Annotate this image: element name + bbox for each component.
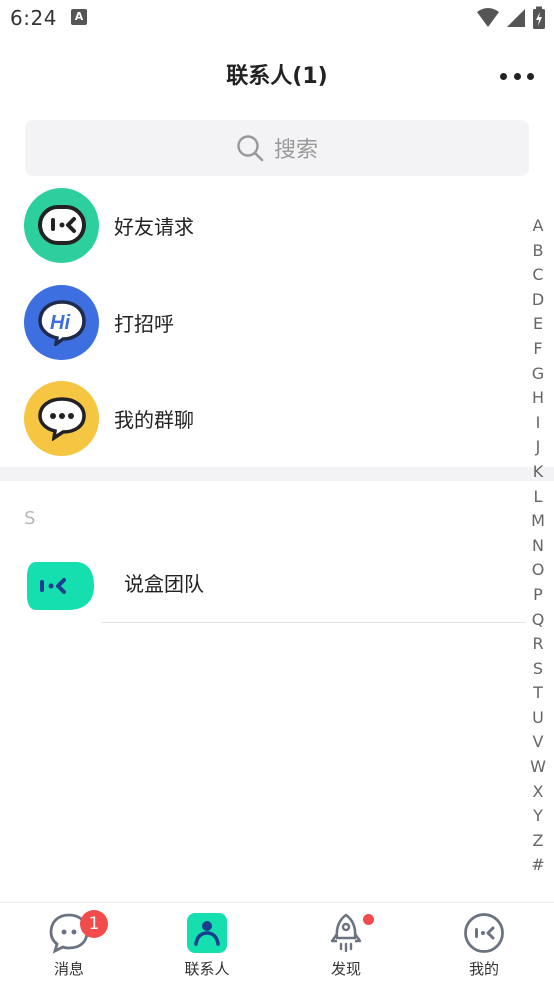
tab-label: 联系人 [184, 960, 230, 978]
index-letter[interactable]: B [526, 239, 550, 264]
hi-text: Hi [50, 312, 70, 334]
battery-charging-icon [533, 6, 545, 29]
index-letter[interactable]: J [526, 435, 550, 460]
index-letter[interactable]: E [526, 312, 550, 337]
index-letter[interactable]: C [526, 263, 550, 288]
group-chat-icon [24, 380, 99, 456]
say-hi-label: 打招呼 [114, 311, 174, 336]
search-input[interactable]: 搜索 [25, 120, 529, 176]
more-options-button[interactable] [500, 64, 534, 88]
more-dot-icon [513, 72, 521, 80]
discover-rocket-icon [330, 913, 362, 953]
index-letter[interactable]: M [526, 509, 550, 534]
search-placeholder: 搜索 [273, 138, 318, 163]
tab-discover[interactable]: 发现 [277, 903, 415, 985]
section-header-letter: S [24, 508, 36, 529]
my-group-chats-label: 我的群聊 [114, 407, 194, 432]
more-dot-icon [500, 72, 507, 80]
status-time: 6:24 [10, 6, 57, 30]
tab-label: 我的 [468, 960, 499, 978]
index-letter[interactable]: A [526, 214, 550, 239]
section-divider [0, 467, 554, 481]
shuohe-logo-icon [27, 562, 94, 610]
index-letter[interactable]: U [526, 706, 550, 731]
more-dot-icon [527, 72, 534, 80]
bottom-tab-bar: 1 消息 联系人 发现 我的 [0, 902, 554, 985]
avatar [24, 548, 98, 616]
profile-icon [464, 913, 504, 953]
index-letter[interactable]: W [526, 755, 550, 780]
index-letter[interactable]: V [526, 730, 550, 755]
search-icon [237, 135, 264, 162]
tab-profile[interactable]: 我的 [415, 903, 553, 985]
index-letter[interactable]: N [526, 534, 550, 559]
index-letter[interactable]: H [526, 386, 550, 411]
page-title: 联系人(1) [226, 64, 328, 89]
friend-requests-label: 好友请求 [114, 214, 194, 239]
new-indicator-dot [363, 914, 374, 925]
row-divider [102, 622, 526, 623]
contacts-icon [187, 913, 227, 953]
index-letter[interactable]: K [526, 460, 550, 485]
tab-label: 消息 [53, 960, 84, 978]
index-letter[interactable]: P [526, 583, 550, 608]
index-letter[interactable]: X [526, 780, 550, 805]
unread-badge: 1 [80, 910, 108, 938]
friend-request-icon [24, 187, 99, 263]
contact-name: 说盒团队 [124, 572, 204, 596]
tab-contacts[interactable]: 联系人 [138, 903, 276, 985]
alphabet-index[interactable]: A B C D E F G H I J K L M N O P Q R S T U V W X Y Z # [526, 214, 550, 878]
index-letter[interactable]: Z [526, 829, 550, 854]
signal-icon [507, 9, 525, 27]
index-letter[interactable]: O [526, 558, 550, 583]
friend-requests-item[interactable]: 好友请求 [0, 185, 520, 265]
index-letter[interactable]: D [526, 288, 550, 313]
index-letter[interactable]: Y [526, 804, 550, 829]
contact-item[interactable]: 说盒团队 [0, 540, 526, 624]
status-bar: 6:24 A [0, 0, 554, 38]
my-group-chats-item[interactable]: 我的群聊 [0, 378, 520, 458]
index-letter[interactable]: Q [526, 608, 550, 633]
index-letter[interactable]: # [526, 853, 550, 878]
notification-a-icon: A [71, 9, 87, 25]
status-indicators [476, 6, 546, 30]
index-letter[interactable]: I [526, 411, 550, 436]
index-letter[interactable]: R [526, 632, 550, 657]
tab-messages[interactable]: 1 消息 [0, 903, 138, 985]
index-letter[interactable]: G [526, 362, 550, 387]
tab-label: 发现 [330, 960, 361, 978]
hi-bubble-icon: Hi [24, 284, 99, 360]
index-letter[interactable]: S [526, 657, 550, 682]
index-letter[interactable]: T [526, 681, 550, 706]
say-hi-item[interactable]: Hi 打招呼 [0, 282, 520, 362]
index-letter[interactable]: F [526, 337, 550, 362]
wifi-icon [477, 8, 499, 27]
index-letter[interactable]: L [526, 485, 550, 510]
